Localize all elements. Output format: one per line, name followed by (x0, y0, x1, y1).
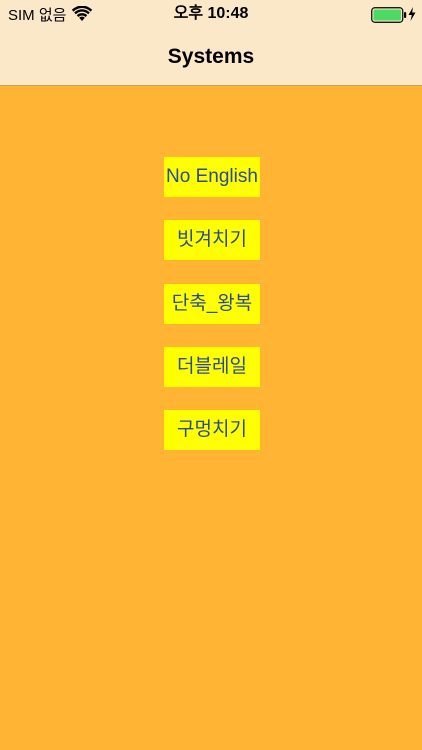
menu-button-no-english[interactable]: No English (164, 157, 260, 197)
menu-button-danchuk-wangbok[interactable]: 단축_왕복 (164, 284, 260, 324)
battery-icon (371, 7, 407, 23)
charging-bolt-icon (407, 6, 417, 22)
navigation-bar: Systems (0, 28, 422, 86)
menu-button-bitgyeo-chigi[interactable]: 빗겨치기 (164, 220, 260, 260)
status-time: 오후 10:48 (173, 5, 249, 22)
status-bar: SIM 없음 오후 10:48 (0, 0, 422, 28)
menu-button-double-rail[interactable]: 더블레일 (164, 347, 260, 387)
page-title: Systems (167, 45, 255, 68)
menu-button-gumeong-chigi[interactable]: 구멍치기 (164, 410, 260, 450)
